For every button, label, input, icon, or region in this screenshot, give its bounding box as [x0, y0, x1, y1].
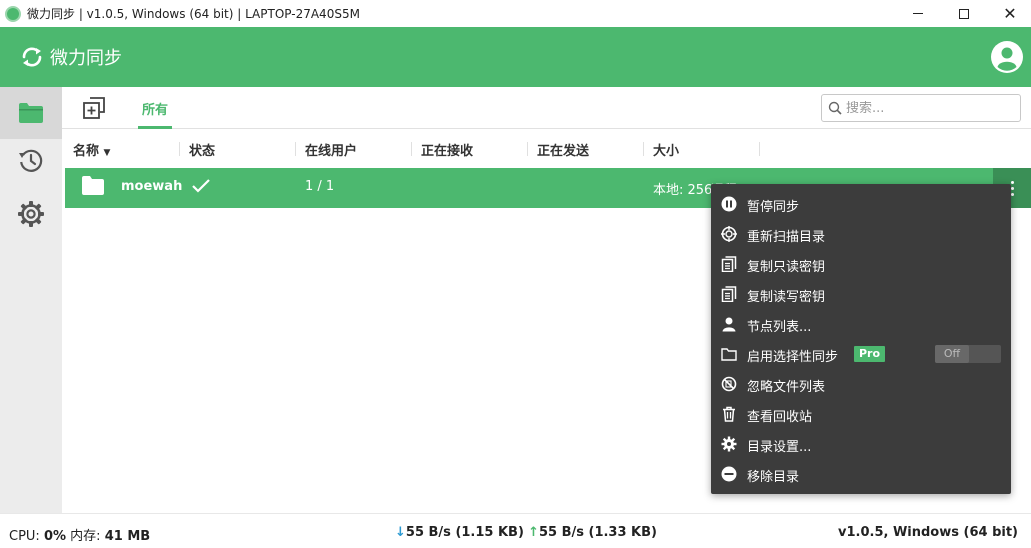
table-header: 名称 ▼ 状态 在线用户 正在接收 正在发送 大小 [62, 129, 1031, 167]
search-icon [828, 101, 842, 115]
column-divider [295, 142, 296, 156]
status-bar: CPU: 0% 内存: 41 MB ↓55 B/s (1.15 KB) ↑55 … [0, 513, 1031, 548]
network-speed: ↓55 B/s (1.15 KB) ↑55 B/s (1.33 KB) [395, 525, 657, 540]
remove-icon [721, 466, 737, 482]
window-title: 微力同步 | v1.0.5, Windows (64 bit) | LAPTOP… [27, 7, 360, 21]
ignore-icon [721, 376, 737, 392]
pause-icon [721, 196, 737, 212]
menu-item-remove-folder[interactable]: 移除目录 [711, 459, 1011, 489]
toolbar: 所有 [62, 87, 1031, 129]
search-box[interactable] [821, 94, 1021, 122]
app-logo-icon [5, 5, 21, 22]
synced-check-icon [192, 179, 210, 193]
column-divider [179, 142, 180, 156]
menu-item-copy-readonly-key[interactable]: 复制只读密钥 [711, 249, 1011, 279]
version-info: v1.0.5, Windows (64 bit) [838, 525, 1018, 540]
column-header-receiving[interactable]: 正在接收 [421, 140, 473, 159]
trash-icon [723, 406, 735, 422]
upload-speed: 55 B/s (1.33 KB) [538, 525, 657, 540]
menu-item-pause-sync[interactable]: 暂停同步 [711, 189, 1011, 219]
gear-icon [721, 436, 737, 452]
menu-item-folder-settings[interactable]: 目录设置... [711, 429, 1011, 459]
selective-sync-toggle[interactable]: Off [935, 345, 1001, 363]
column-divider [527, 142, 528, 156]
folder-name: moewah [121, 179, 183, 194]
menu-item-recycle-bin[interactable]: 查看回收站 [711, 399, 1011, 429]
minimize-icon [913, 13, 923, 14]
upload-arrow-icon: ↑ [528, 525, 539, 540]
brand-name: 微力同步 [50, 48, 122, 69]
menu-item-rescan[interactable]: 重新扫描目录 [711, 219, 1011, 249]
copy-icon [721, 286, 737, 302]
sync-logo-icon [22, 47, 42, 67]
minimize-button[interactable] [895, 0, 941, 27]
column-divider [411, 142, 412, 156]
tab-all[interactable]: 所有 [142, 99, 168, 118]
search-input[interactable] [846, 100, 1006, 116]
column-header-name[interactable]: 名称 ▼ [73, 140, 110, 159]
folder-outline-icon [721, 348, 737, 361]
download-speed: 55 B/s (1.15 KB) [405, 525, 524, 540]
add-folder-button[interactable] [82, 96, 106, 120]
rescan-icon [721, 226, 737, 242]
more-dot [1010, 180, 1014, 184]
column-divider [643, 142, 644, 156]
close-icon: ✕ [1003, 3, 1017, 23]
user-avatar-icon [992, 42, 1022, 72]
user-avatar-button[interactable] [991, 41, 1023, 73]
menu-item-ignore-list[interactable]: 忽略文件列表 [711, 369, 1011, 399]
size-local-value: 本地: 256 B [653, 183, 711, 198]
column-header-size[interactable]: 大小 [653, 140, 679, 159]
user-icon [722, 317, 736, 332]
history-icon [19, 149, 43, 172]
maximize-button[interactable] [941, 0, 987, 27]
toggle-knob: Off [935, 345, 969, 363]
menu-item-node-list[interactable]: 节点列表... [711, 309, 1011, 339]
sort-down-icon: ▼ [103, 148, 111, 158]
pro-badge: Pro [854, 346, 886, 362]
gear-icon [18, 201, 44, 227]
menu-item-selective-sync[interactable]: 启用选择性同步 Pro Off [711, 339, 1011, 369]
column-divider [759, 142, 760, 156]
sidebar-item-history[interactable] [0, 135, 62, 187]
folder-context-menu: 暂停同步 重新扫描目录 复制只读密钥 复制读写密钥 节点列表... 启用选择性同… [711, 184, 1011, 494]
sidebar-item-folders[interactable] [0, 87, 62, 139]
resource-usage: CPU: 0% 内存: 41 MB [9, 529, 151, 544]
folder-icon [19, 103, 43, 123]
sidebar [0, 87, 62, 513]
maximize-icon [959, 8, 969, 19]
close-button[interactable]: ✕ [987, 0, 1031, 27]
column-header-online-users[interactable]: 在线用户 [305, 140, 357, 159]
folder-icon [82, 176, 104, 195]
sidebar-item-settings[interactable] [0, 188, 62, 240]
column-header-sending[interactable]: 正在发送 [537, 140, 589, 159]
menu-item-copy-readwrite-key[interactable]: 复制读写密钥 [711, 279, 1011, 309]
copy-icon [721, 256, 737, 272]
column-header-status[interactable]: 状态 [189, 140, 215, 159]
download-arrow-icon: ↓ [395, 525, 406, 540]
app-header: 微力同步 [0, 27, 1031, 87]
window-titlebar: 微力同步 | v1.0.5, Windows (64 bit) | LAPTOP… [0, 0, 1031, 27]
online-users-value: 1 / 1 [305, 179, 335, 194]
